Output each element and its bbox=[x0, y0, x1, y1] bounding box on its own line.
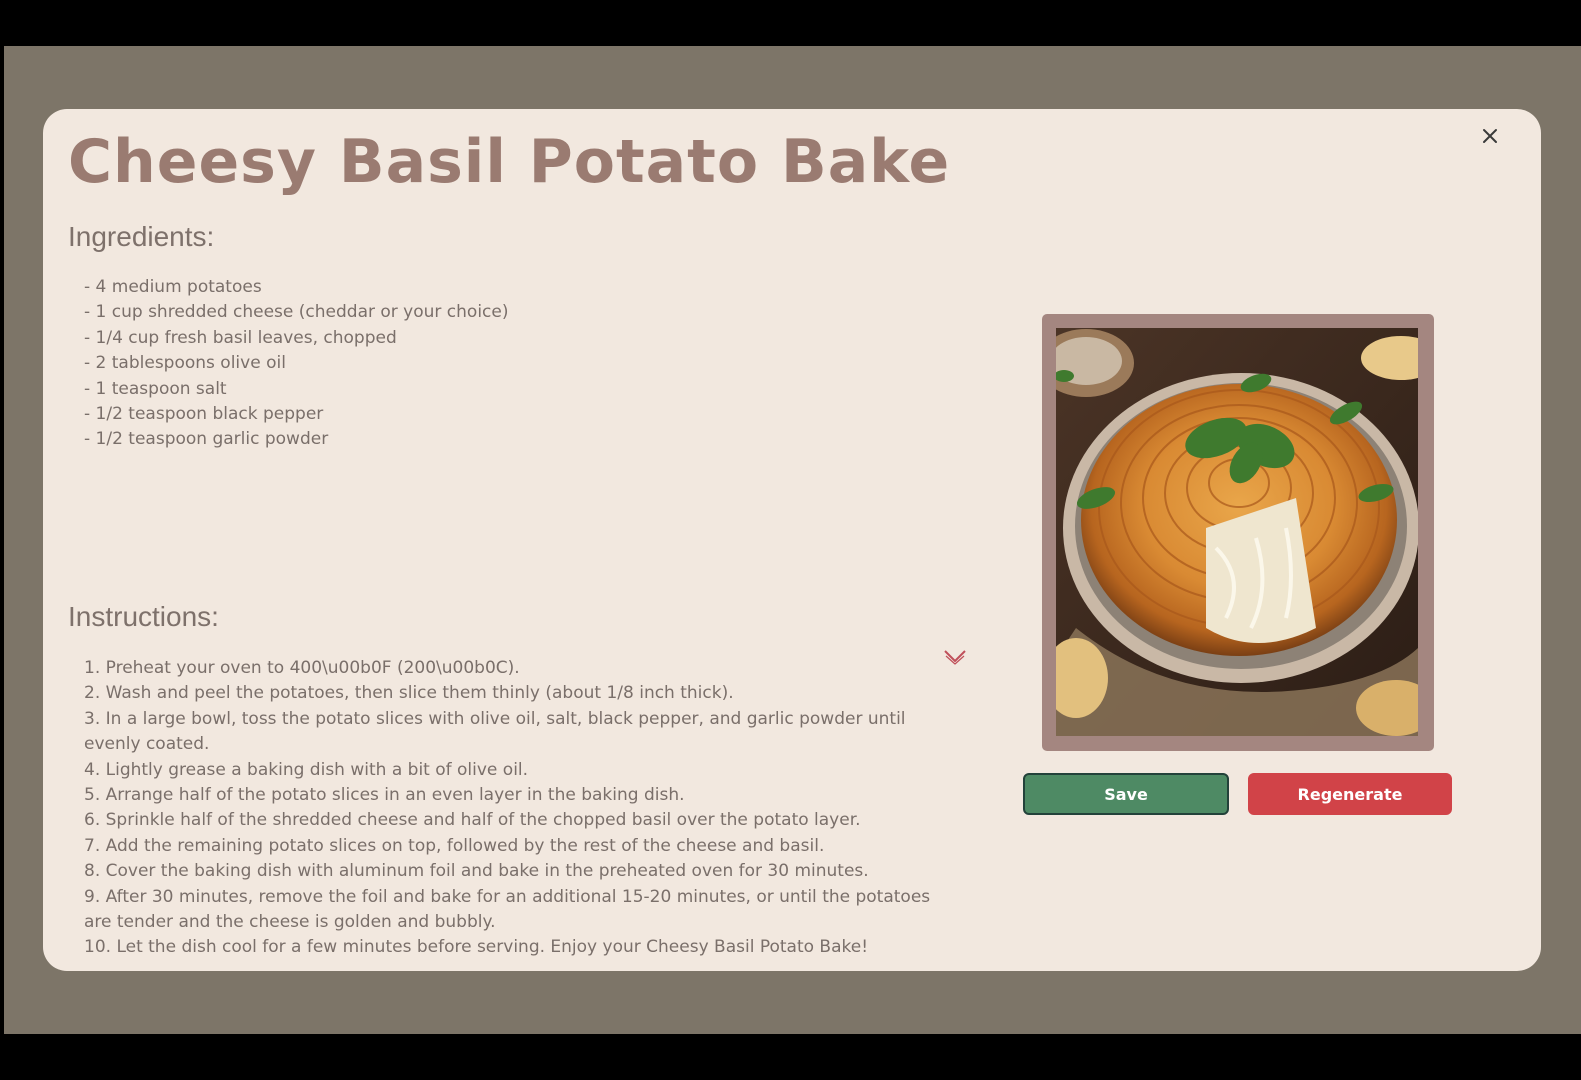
save-button[interactable]: Save bbox=[1023, 773, 1229, 815]
instruction-step: 7. Add the remaining potato slices on to… bbox=[84, 835, 825, 856]
regenerate-button[interactable]: Regenerate bbox=[1248, 773, 1452, 815]
instruction-step: 4. Lightly grease a baking dish with a b… bbox=[84, 759, 529, 780]
ingredient-item: - 1 cup shredded cheese (cheddar or your… bbox=[84, 302, 509, 323]
ingredient-item: - 1/2 teaspoon garlic powder bbox=[84, 429, 329, 450]
recipe-modal: Cheesy Basil Potato Bake Ingredients: - … bbox=[43, 109, 1541, 971]
ingredient-item: - 1/4 cup fresh basil leaves, chopped bbox=[84, 327, 397, 348]
instructions-list: 1. Preheat your oven to 400\u00b0F (200\… bbox=[84, 656, 934, 961]
ingredients-list: - 4 medium potatoes - 1 cup shredded che… bbox=[84, 275, 934, 453]
chevron-down-icon bbox=[944, 650, 966, 665]
instruction-step: 3. In a large bowl, toss the potato slic… bbox=[84, 708, 906, 755]
instruction-step: 1. Preheat your oven to 400\u00b0F (200\… bbox=[84, 658, 520, 678]
instructions-heading: Instructions: bbox=[68, 601, 219, 632]
ingredient-item: - 1 teaspoon salt bbox=[84, 378, 227, 399]
ingredient-item: - 4 medium potatoes bbox=[84, 277, 262, 297]
close-button[interactable] bbox=[1477, 123, 1503, 149]
recipe-title: Cheesy Basil Potato Bake bbox=[68, 127, 951, 197]
ingredients-heading: Ingredients: bbox=[68, 221, 215, 252]
instruction-step: 2. Wash and peel the potatoes, then slic… bbox=[84, 683, 734, 704]
ingredient-item: - 1/2 teaspoon black pepper bbox=[84, 404, 324, 425]
instruction-step: 9. After 30 minutes, remove the foil and… bbox=[84, 886, 931, 933]
instruction-step: 8. Cover the baking dish with aluminum f… bbox=[84, 861, 869, 882]
instruction-step: 5. Arrange half of the potato slices in … bbox=[84, 785, 685, 806]
recipe-photo bbox=[1056, 328, 1418, 736]
recipe-photo-frame bbox=[1042, 314, 1434, 751]
close-icon bbox=[1483, 129, 1497, 143]
instruction-step: 10. Let the dish cool for a few minutes … bbox=[84, 937, 869, 958]
instruction-step: 6. Sprinkle half of the shredded cheese … bbox=[84, 810, 861, 831]
ingredient-item: - 2 tablespoons olive oil bbox=[84, 353, 286, 374]
